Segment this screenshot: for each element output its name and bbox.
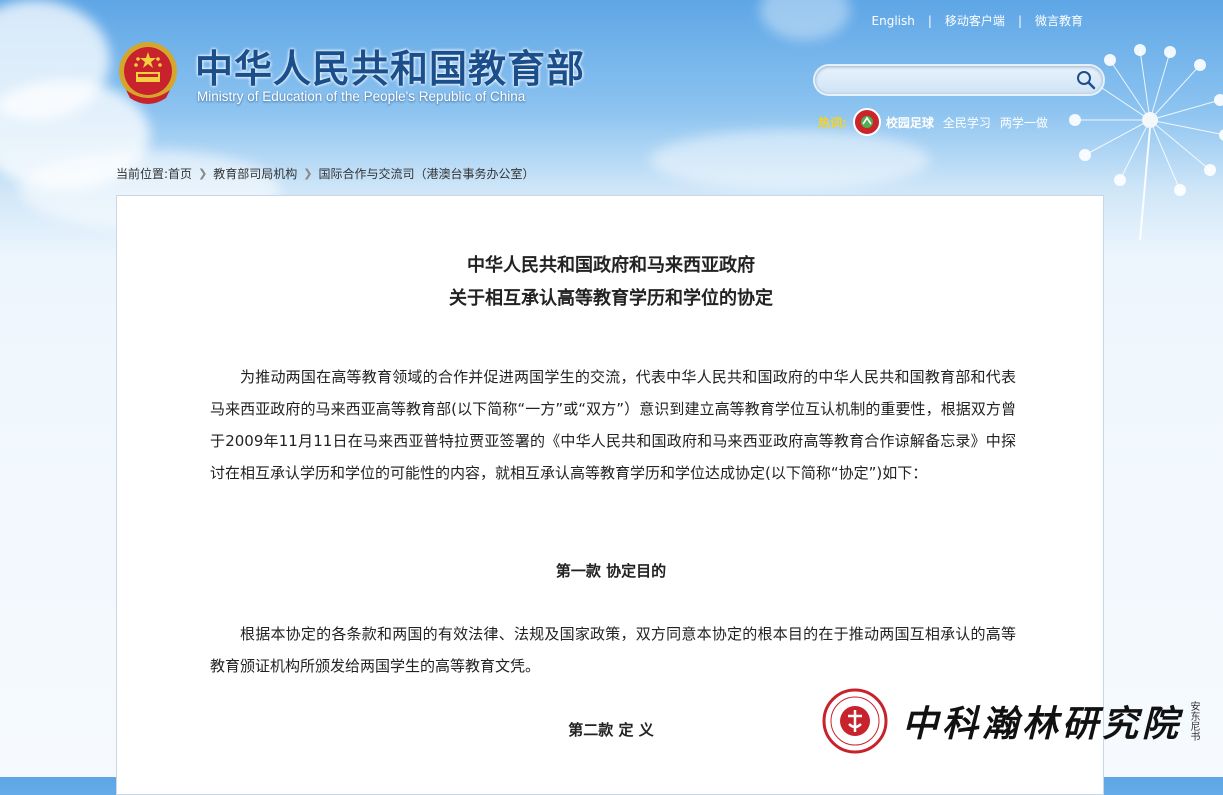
site-header: 中华人民共和国教育部 Ministry of Education of the … <box>0 0 1223 195</box>
english-link[interactable]: English <box>872 14 915 28</box>
hot-words-label: 热词: <box>818 115 847 130</box>
campus-football-logo-icon[interactable] <box>852 108 881 136</box>
breadcrumb: 当前位置: 首页 ❯ 教育部司局机构 ❯ 国际合作与交流司（港澳台事务办公室） <box>116 165 535 182</box>
search-box <box>815 66 1103 94</box>
site-title[interactable]: 中华人民共和国教育部 <box>195 38 585 93</box>
article-intro-paragraph: 为推动两国在高等教育领域的合作并促进两国学生的交流，代表中华人民共和国政府的中华… <box>210 368 1016 482</box>
breadcrumb-departments[interactable]: 教育部司局机构 <box>213 165 297 182</box>
article-title-line2: 关于相互承认高等教育学历和学位的协定 <box>449 288 773 309</box>
separator: | <box>927 13 932 28</box>
chevron-right-icon: ❯ <box>198 167 208 180</box>
top-links: English | 移动客户端 | 微言教育 <box>872 12 1083 29</box>
section1-paragraph: 根据本协定的各条款和两国的有效法律、法规及国家政策，双方同意本协定的根本目的在于… <box>210 625 1016 675</box>
section1-heading: 第一款 协定目的 <box>555 562 667 580</box>
watermark: 中科瀚林研究院 安东尼书 <box>822 688 1223 754</box>
breadcrumb-prefix: 当前位置: <box>116 167 169 181</box>
seal-logo-icon <box>822 688 888 754</box>
article-title-line1: 中华人民共和国政府和马来西亚政府 <box>467 255 755 276</box>
watermark-text: 中科瀚林研究院 <box>902 703 1183 745</box>
hot-word-two-studies[interactable]: 两学一做 <box>1000 114 1048 131</box>
hot-words: 热词: 校园足球 全民学习 两学一做 <box>818 108 1057 136</box>
national-emblem-icon[interactable] <box>116 40 180 106</box>
site-subtitle: Ministry of Education of the People's Re… <box>197 89 526 104</box>
breadcrumb-international-cooperation[interactable]: 国际合作与交流司（港澳台事务办公室） <box>319 165 535 182</box>
weiyan-education-link[interactable]: 微言教育 <box>1035 12 1083 29</box>
breadcrumb-home[interactable]: 首页 <box>168 165 192 182</box>
watermark-side-text: 安东尼书 <box>1188 701 1200 741</box>
search-input[interactable] <box>827 70 1071 92</box>
hot-word-lifelong-learning[interactable]: 全民学习 <box>943 114 991 131</box>
chevron-right-icon: ❯ <box>303 167 313 180</box>
search-icon[interactable] <box>1075 69 1097 91</box>
separator: | <box>1017 13 1022 28</box>
mobile-client-link[interactable]: 移动客户端 <box>945 12 1005 29</box>
hot-word-campus-football[interactable]: 校园足球 <box>886 114 934 131</box>
